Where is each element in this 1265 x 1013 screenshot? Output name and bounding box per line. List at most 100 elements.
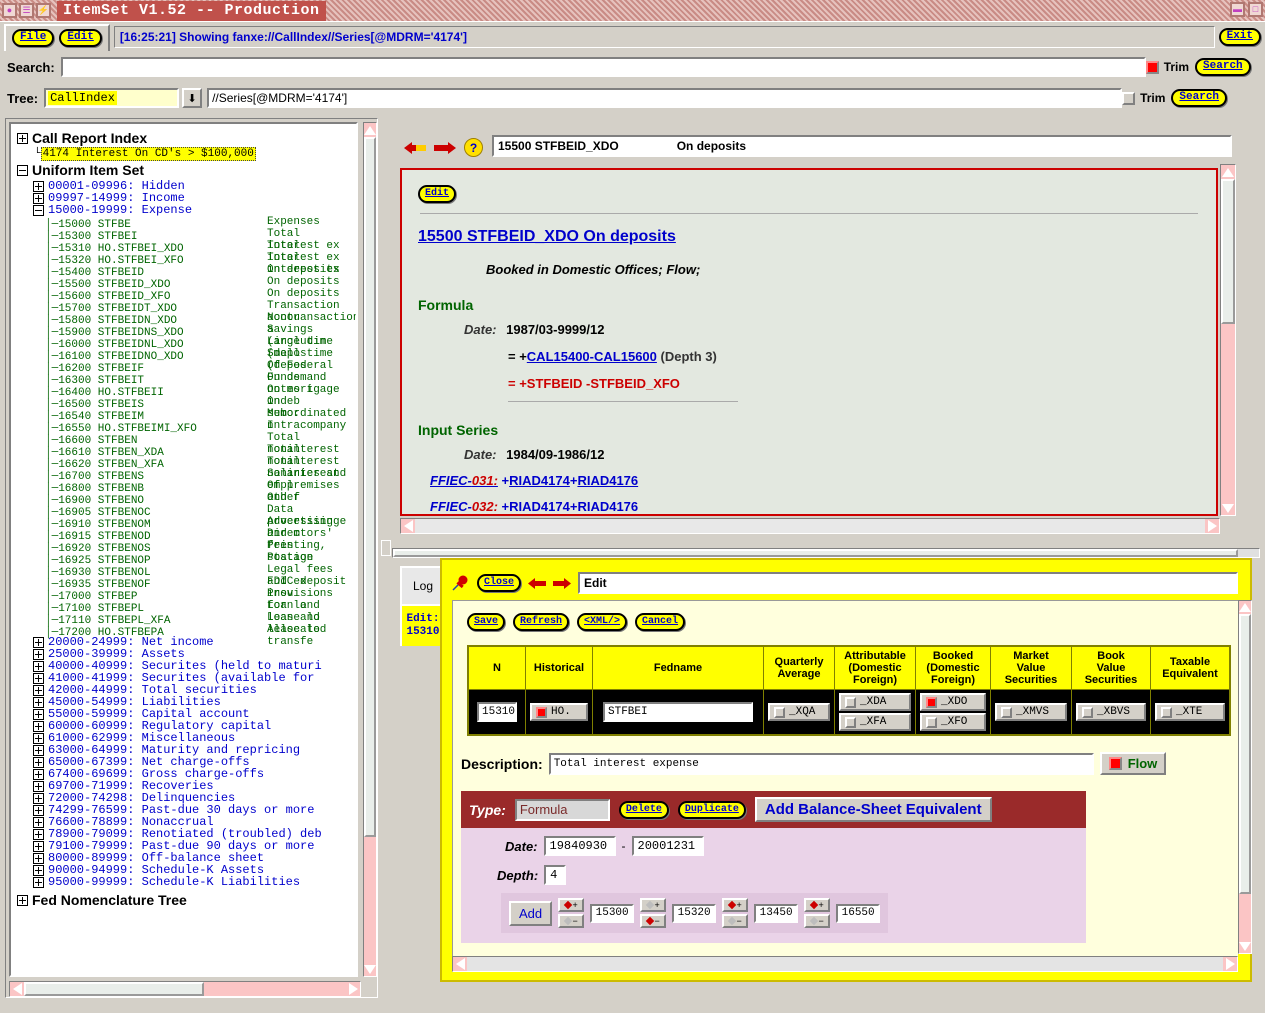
edit-outer-hscrollbar[interactable] [392, 548, 1260, 558]
tree-leaf-item[interactable]: │─17000 STFBEP Provisions for lo [17, 588, 356, 612]
xfo-checkbox[interactable] [926, 716, 937, 728]
doc-scroll-up-icon[interactable] [1221, 165, 1235, 179]
expand-plus-icon[interactable] [33, 756, 44, 768]
tree-leaf-item[interactable]: │─15600 STFBEID_XFO On deposits [17, 288, 356, 303]
xbvs-checkbox[interactable] [1082, 706, 1093, 718]
expand-plus-icon[interactable] [33, 828, 44, 840]
fedname-input[interactable]: STFBEI [603, 702, 753, 722]
tree-search-button[interactable]: Search [1171, 89, 1228, 107]
document-edit-button[interactable]: Edit [418, 185, 457, 203]
term-minus-button[interactable]: − [640, 914, 667, 928]
file-menu-button[interactable]: File [12, 29, 55, 47]
duplicate-button[interactable]: Duplicate [677, 800, 746, 819]
term-plus-button[interactable]: + [722, 898, 749, 912]
scroll-left-icon[interactable] [10, 982, 24, 996]
splitter[interactable] [380, 118, 390, 998]
document-title[interactable]: 15500 STFBEID_XDO On deposits [418, 228, 1200, 246]
edit-scroll-right-icon[interactable] [1223, 957, 1237, 971]
expand-plus-icon[interactable] [33, 876, 44, 888]
term-sign-spinner[interactable]: + − [804, 898, 831, 928]
delete-button[interactable]: Delete [618, 800, 669, 819]
back-arrow-icon[interactable] [404, 140, 426, 156]
expand-plus-icon[interactable] [33, 780, 44, 792]
edit-vscrollbar[interactable] [1238, 600, 1252, 954]
tree-leaf-item[interactable]: │─16900 STFBENO Other [17, 492, 356, 507]
date-from-input[interactable]: 19840930 [543, 836, 616, 856]
expand-plus-icon[interactable] [17, 132, 28, 144]
xpath-input[interactable]: //Series[@MDRM='4174'] [207, 88, 1123, 108]
flow-toggle[interactable]: Flow [1099, 752, 1167, 775]
document-path-field[interactable]: 15500 STFBEID_XDO On deposits [492, 135, 1232, 157]
doc-scroll-down-icon[interactable] [1221, 501, 1235, 515]
tree-leaf-item[interactable]: │─16620 STFBEN_XFA Total noninterest [17, 456, 356, 480]
xfa-checkbox[interactable] [845, 716, 856, 728]
term-value-input[interactable]: 15320 [672, 903, 717, 923]
tree-leaf-item[interactable]: │─16000 STFBEIDNL_XDO Large time (depos [17, 336, 356, 360]
tree-vscroll-thumb[interactable] [364, 137, 376, 837]
tree-root-fed-nomenclature[interactable]: Fed Nomenclature Tree [17, 890, 356, 910]
lightning-icon[interactable]: ⚡ [36, 3, 51, 18]
term-sign-spinner[interactable]: + − [722, 898, 749, 928]
forward-arrow-icon-2[interactable] [553, 577, 572, 590]
tree-leaf-item[interactable]: │─16550 HO.STFBEIMI_XFO Intracompany [17, 420, 356, 435]
term-minus-button[interactable]: − [558, 914, 585, 928]
tree-leaf-item[interactable]: │─16200 STFBEIF Of Federal Funds [17, 360, 356, 384]
tree-trim-checkbox[interactable] [1122, 91, 1136, 105]
term-sign-spinner[interactable]: + − [640, 898, 667, 928]
tree-vscrollbar[interactable] [363, 122, 377, 977]
edit-vscroll-thumb[interactable] [1239, 614, 1251, 894]
collapse-minus-icon[interactable] [33, 204, 44, 216]
expand-plus-icon[interactable] [33, 732, 44, 744]
date-to-input[interactable]: 20001231 [631, 836, 704, 856]
tree-leaf-item[interactable]: │─16935 STFBENOF FDIC deposit insu [17, 576, 356, 600]
riad4174-link-1[interactable]: RIAD4174 [509, 473, 570, 488]
expand-plus-icon[interactable] [33, 792, 44, 804]
riad4176-link-1[interactable]: RIAD4176 [577, 473, 638, 488]
xfa-checkbox-button[interactable]: _XFA [839, 713, 911, 731]
doc-vscroll-thumb[interactable] [1221, 179, 1235, 324]
splitter-handle[interactable] [381, 540, 391, 556]
edit-scroll-left-icon[interactable] [453, 957, 467, 971]
maximize-icon[interactable]: □ [1248, 2, 1263, 17]
term-sign-spinner[interactable]: + − [558, 898, 585, 928]
tree-root-uniform-item-set[interactable]: Uniform Item Set [17, 160, 356, 180]
expand-plus-icon[interactable] [33, 720, 44, 732]
tree-view[interactable]: Call Report Index └ 4174 Interest On CD'… [9, 122, 358, 977]
expand-plus-icon[interactable] [33, 708, 44, 720]
doc-scroll-left-icon[interactable] [401, 519, 415, 533]
add-balance-sheet-equivalent-button[interactable]: Add Balance-Sheet Equivalent [754, 797, 992, 822]
expand-plus-icon[interactable] [33, 744, 44, 756]
term-value-input[interactable]: 15300 [590, 903, 635, 923]
n-input[interactable]: 15310 [477, 702, 517, 722]
xte-checkbox[interactable] [1161, 706, 1172, 718]
tree-leaf-item[interactable]: │─16100 STFBEIDNO_XDO Small time (depos [17, 348, 356, 372]
scroll-right-icon[interactable] [346, 982, 360, 996]
tree-hscroll-thumb[interactable] [24, 982, 204, 996]
depth-input[interactable]: 4 [544, 865, 567, 885]
xdo-checkbox-button[interactable]: _XDO [920, 693, 986, 711]
xte-checkbox-button[interactable]: _XTE [1155, 703, 1225, 721]
xda-checkbox[interactable] [845, 696, 856, 708]
expand-plus-icon-3[interactable] [17, 894, 28, 906]
historical-checkbox[interactable] [536, 706, 547, 718]
expand-plus-icon[interactable] [33, 660, 44, 672]
term-minus-button[interactable]: − [804, 914, 831, 928]
restore-icon[interactable]: ☰ [19, 3, 34, 18]
expand-plus-icon[interactable] [33, 636, 44, 648]
historical-checkbox-button[interactable]: HO. [530, 703, 588, 721]
tree-leaf-item[interactable]: │─15500 STFBEID_XDO On deposits [17, 276, 356, 291]
tree-group-item[interactable]: 15000-19999: Expense [17, 203, 356, 217]
save-button[interactable]: Save [467, 613, 506, 631]
term-plus-button[interactable]: + [804, 898, 831, 912]
tree-leaf-item[interactable]: │─15000 STFBE Expenses [17, 216, 356, 231]
type-input[interactable]: Formula [514, 798, 610, 821]
xmvs-checkbox[interactable] [1001, 706, 1012, 718]
tree-leaf-item[interactable]: │─17100 STFBEPL Loan and lease lo [17, 600, 356, 624]
xml-button[interactable]: <XML/> [577, 613, 628, 631]
tree-hscrollbar[interactable] [9, 981, 361, 997]
tree-leaf-item[interactable]: │─15700 STFBEIDT_XDO Transaction accou [17, 300, 356, 324]
xbvs-checkbox-button[interactable]: _XBVS [1076, 703, 1146, 721]
search-button[interactable]: Search [1195, 58, 1251, 76]
tree-leaf-item[interactable]: │─15400 STFBEID On deposits [17, 264, 356, 279]
tree-group-item[interactable]: 95000-99999: Schedule-K Liabilities [17, 875, 356, 889]
